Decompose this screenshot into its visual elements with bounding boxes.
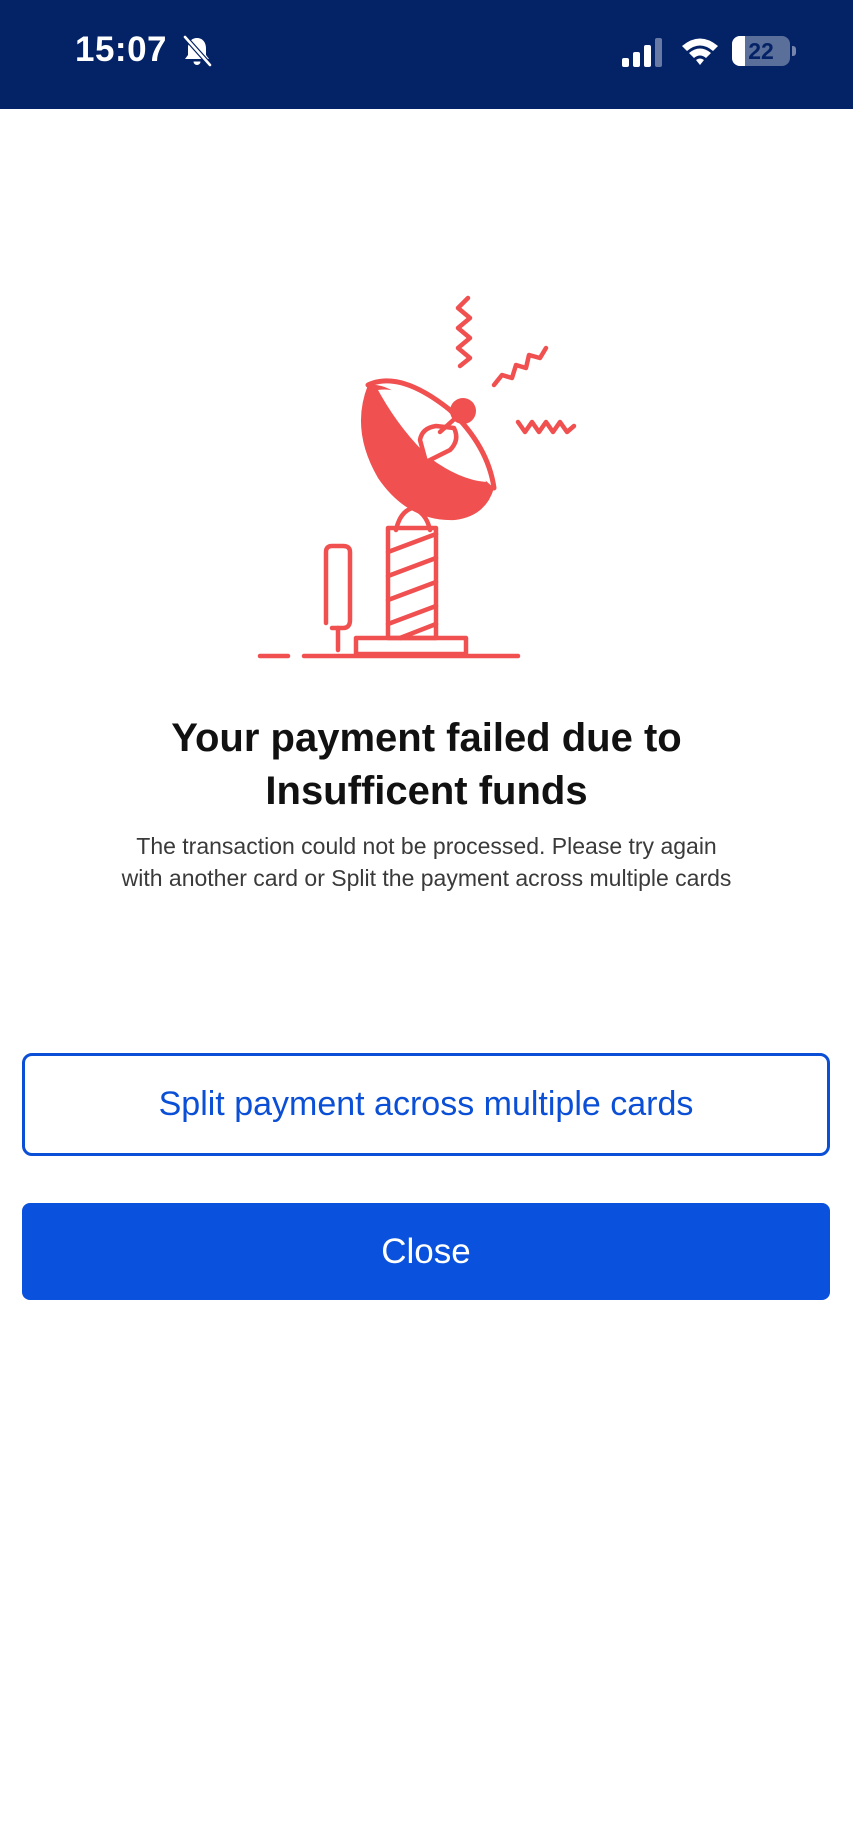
signal-icon (622, 38, 662, 67)
page-title: Your payment failed due to Insufficent f… (40, 712, 813, 818)
battery-level: 22 (748, 38, 774, 64)
title-line-1: Your payment failed due to (171, 716, 682, 760)
message-line-1: The transaction could not be processed. … (136, 833, 717, 859)
message-line-2: with another card or Split the payment a… (121, 865, 732, 891)
bell-slash-icon (182, 34, 213, 68)
wifi-icon (682, 38, 718, 65)
battery-icon: 22 (732, 36, 796, 66)
satellite-dish-icon (257, 295, 577, 659)
payment-failed-screen: 15:07 22 Your payment failed due to Insu… (0, 0, 853, 1844)
close-button[interactable]: Close (22, 1203, 830, 1300)
status-time: 15:07 (75, 30, 168, 69)
error-message: The transaction could not be processed. … (60, 830, 793, 894)
split-payment-button[interactable]: Split payment across multiple cards (22, 1053, 830, 1156)
title-line-2: Insufficent funds (265, 769, 588, 813)
status-bar: 15:07 22 (0, 0, 853, 109)
